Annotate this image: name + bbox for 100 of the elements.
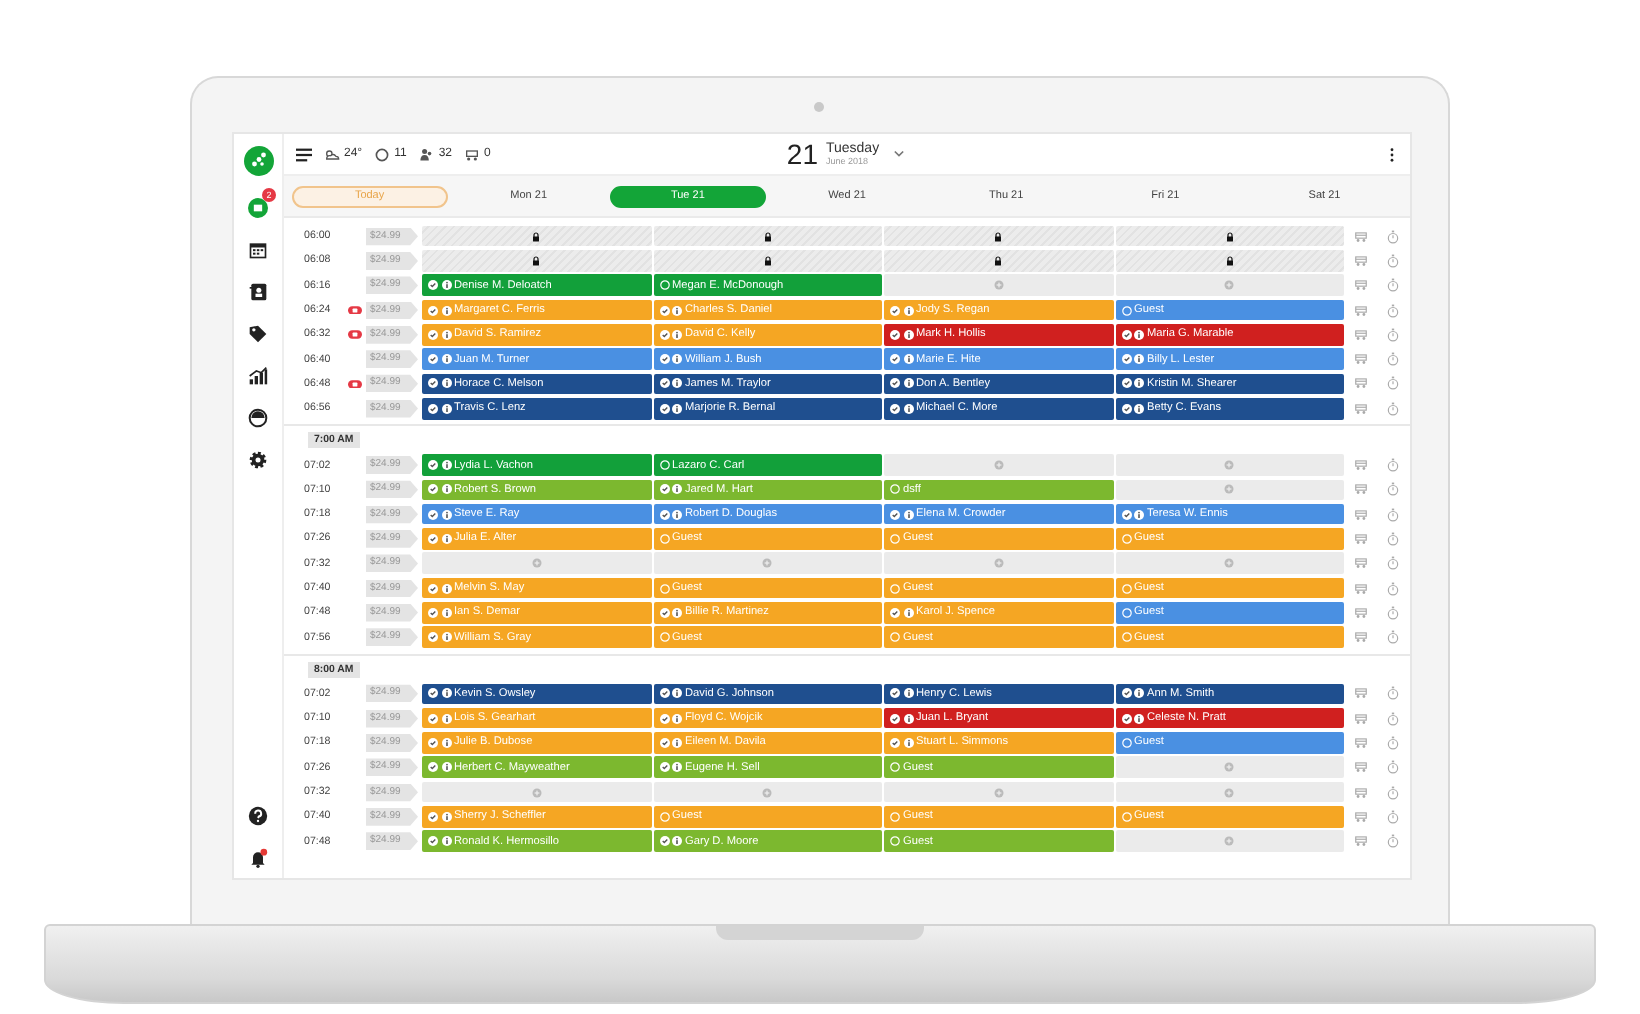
add-icon: [1224, 558, 1235, 569]
stopwatch-icon[interactable]: [1386, 253, 1401, 268]
stopwatch-icon[interactable]: [1386, 507, 1401, 522]
info-icon: [1134, 713, 1144, 724]
settings-icon[interactable]: [248, 450, 268, 470]
info-icon: [1134, 354, 1144, 365]
cart-icon[interactable]: [1353, 376, 1368, 391]
cart-icon[interactable]: [1353, 458, 1368, 473]
gauge-icon[interactable]: [248, 408, 268, 428]
cart-icon[interactable]: [1353, 809, 1368, 824]
cart-icon[interactable]: [1353, 303, 1368, 318]
locked-slot[interactable]: [653, 225, 882, 247]
stopwatch-icon[interactable]: [1386, 482, 1401, 497]
locked-slot[interactable]: [422, 250, 651, 272]
stopwatch-icon[interactable]: [1386, 581, 1401, 595]
info-icon: [441, 329, 451, 340]
cart-icon[interactable]: [1353, 735, 1368, 750]
locked-slot[interactable]: [422, 225, 651, 247]
stopwatch-icon[interactable]: [1386, 327, 1401, 342]
stopwatch-icon[interactable]: [1386, 809, 1401, 824]
info-icon: [441, 460, 451, 471]
info-icon: [672, 509, 682, 520]
info-icon: [441, 378, 451, 389]
locked-slot[interactable]: [884, 225, 1113, 247]
lock-icon: [763, 255, 772, 266]
info-icon: [441, 632, 451, 643]
info-icon: [903, 403, 913, 414]
add-icon: [1224, 787, 1235, 798]
cart-icon[interactable]: [1353, 760, 1368, 775]
cart-icon[interactable]: [1353, 686, 1368, 701]
help-icon[interactable]: [248, 806, 268, 826]
stopwatch-icon[interactable]: [1386, 531, 1401, 546]
cart-icon[interactable]: [1353, 507, 1368, 522]
stopwatch-icon[interactable]: [1386, 605, 1401, 620]
locked-slot[interactable]: [653, 250, 882, 272]
info-icon: [903, 378, 913, 389]
stopwatch-icon[interactable]: [1386, 834, 1401, 849]
info-icon: [441, 403, 451, 414]
locked-slot[interactable]: [1115, 250, 1344, 272]
info-icon: [903, 607, 913, 618]
info-icon: [672, 762, 682, 773]
date-day: 21: [786, 138, 818, 170]
cart-icon[interactable]: [1353, 327, 1368, 342]
cart-icon: [464, 147, 480, 161]
add-icon: [1224, 484, 1235, 495]
stopwatch-icon[interactable]: [1386, 401, 1401, 416]
locked-slot[interactable]: [884, 250, 1113, 272]
cart-icon[interactable]: [1353, 531, 1368, 546]
logo-icon[interactable]: [243, 146, 273, 176]
bell-icon[interactable]: [248, 848, 268, 868]
caret-icon[interactable]: [893, 150, 904, 158]
stopwatch-icon[interactable]: [1386, 376, 1401, 391]
stopwatch-icon[interactable]: [1386, 686, 1401, 701]
contact-card-icon[interactable]: [248, 282, 268, 302]
cart-icon[interactable]: [1353, 352, 1368, 367]
stopwatch-icon[interactable]: [1386, 785, 1401, 800]
cart-icon[interactable]: [1353, 581, 1368, 595]
calendar-icon[interactable]: [248, 240, 268, 260]
lock-icon: [763, 231, 772, 242]
stopwatch-icon[interactable]: [1386, 711, 1401, 726]
cart-icon[interactable]: [1353, 253, 1368, 268]
info-icon: [441, 583, 451, 593]
stopwatch-icon[interactable]: [1386, 735, 1401, 750]
lock-icon: [1225, 255, 1234, 266]
add-icon: [762, 787, 773, 798]
info-icon: [441, 762, 451, 773]
stopwatch-icon[interactable]: [1386, 458, 1401, 473]
stopwatch-icon[interactable]: [1386, 229, 1401, 244]
lock-icon: [994, 255, 1003, 266]
circle-icon: [374, 147, 391, 161]
add-icon: [1224, 460, 1235, 471]
cart-icon[interactable]: [1353, 278, 1368, 293]
cart-icon[interactable]: [1353, 630, 1368, 645]
info-icon: [672, 305, 682, 316]
notification-icon[interactable]: [248, 198, 268, 218]
lock-icon: [994, 231, 1003, 242]
stopwatch-icon[interactable]: [1386, 278, 1401, 293]
menu-icon[interactable]: [296, 147, 312, 161]
cart-icon[interactable]: [1353, 229, 1368, 244]
stopwatch-icon[interactable]: [1386, 760, 1401, 775]
add-icon: [531, 558, 542, 569]
add-icon: [762, 558, 773, 569]
cart-icon[interactable]: [1353, 401, 1368, 416]
info-icon: [1134, 378, 1144, 389]
stopwatch-icon[interactable]: [1386, 630, 1401, 645]
info-icon: [1134, 403, 1144, 414]
stopwatch-icon[interactable]: [1386, 352, 1401, 367]
info-icon: [441, 484, 451, 495]
cart-icon[interactable]: [1353, 834, 1368, 849]
cart-icon[interactable]: [1353, 556, 1368, 571]
cart-icon[interactable]: [1353, 482, 1368, 497]
stopwatch-icon[interactable]: [1386, 303, 1401, 318]
info-icon: [672, 354, 682, 365]
locked-slot[interactable]: [1115, 225, 1344, 247]
stopwatch-icon[interactable]: [1386, 556, 1401, 571]
cart-icon[interactable]: [1353, 711, 1368, 726]
cart-icon[interactable]: [1353, 785, 1368, 800]
tag-icon[interactable]: [248, 324, 268, 344]
bar-chart-icon[interactable]: [248, 366, 268, 386]
cart-icon[interactable]: [1353, 605, 1368, 620]
